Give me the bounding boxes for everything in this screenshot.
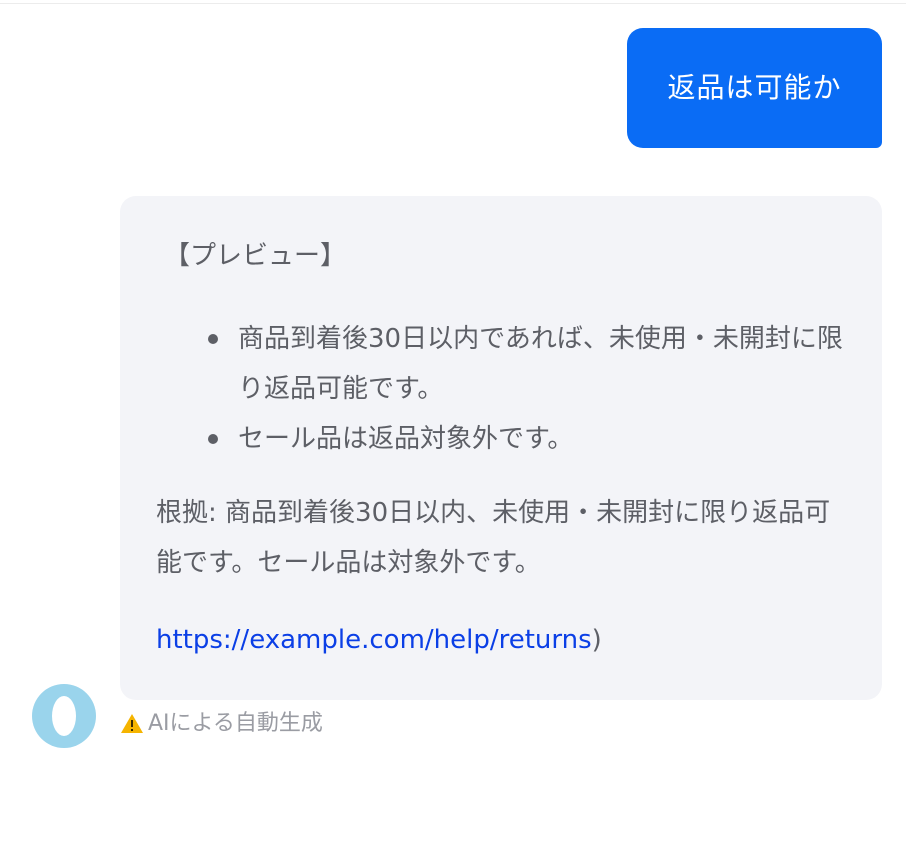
warning-icon — [121, 714, 143, 733]
avatar-inner-shape — [52, 696, 76, 736]
user-message-bubble: 返品は可能か — [627, 28, 882, 148]
answer-bullet-item: セール品は返品対象外です。 — [156, 414, 856, 464]
answer-bullet-text: 商品到着後30日以内であれば、未使用・未開封に限り返品可能です。 — [238, 324, 843, 404]
bullet-dot-icon — [208, 434, 218, 444]
basis-text: 根拠: 商品到着後30日以内、未使用・未開封に限り返品可能です。セール品は対象外… — [156, 498, 831, 578]
ai-notice-text: AIによる自動生成 — [148, 711, 323, 736]
answer-bullet-text: セール品は返品対象外です。 — [238, 424, 574, 454]
ai-generated-notice: AIによる自動生成 — [120, 708, 323, 740]
user-message-text: 返品は可能か — [667, 71, 842, 104]
source-link[interactable]: https://example.com/help/returns — [156, 625, 592, 655]
source-link-line: https://example.com/help/returns) — [156, 616, 602, 664]
bullet-dot-icon — [208, 334, 218, 344]
bot-message-bubble: 【プレビュー】 商品到着後30日以内であれば、未使用・未開封に限り返品可能です。… — [120, 196, 882, 700]
link-suffix: ) — [591, 625, 602, 655]
answer-bullet-list: 商品到着後30日以内であれば、未使用・未開封に限り返品可能です。 セール品は返品… — [156, 314, 856, 464]
bot-avatar-icon — [32, 684, 96, 748]
answer-bullet-item: 商品到着後30日以内であれば、未使用・未開封に限り返品可能です。 — [156, 314, 856, 414]
preview-heading: 【プレビュー】 — [164, 241, 347, 271]
top-divider — [0, 3, 906, 4]
